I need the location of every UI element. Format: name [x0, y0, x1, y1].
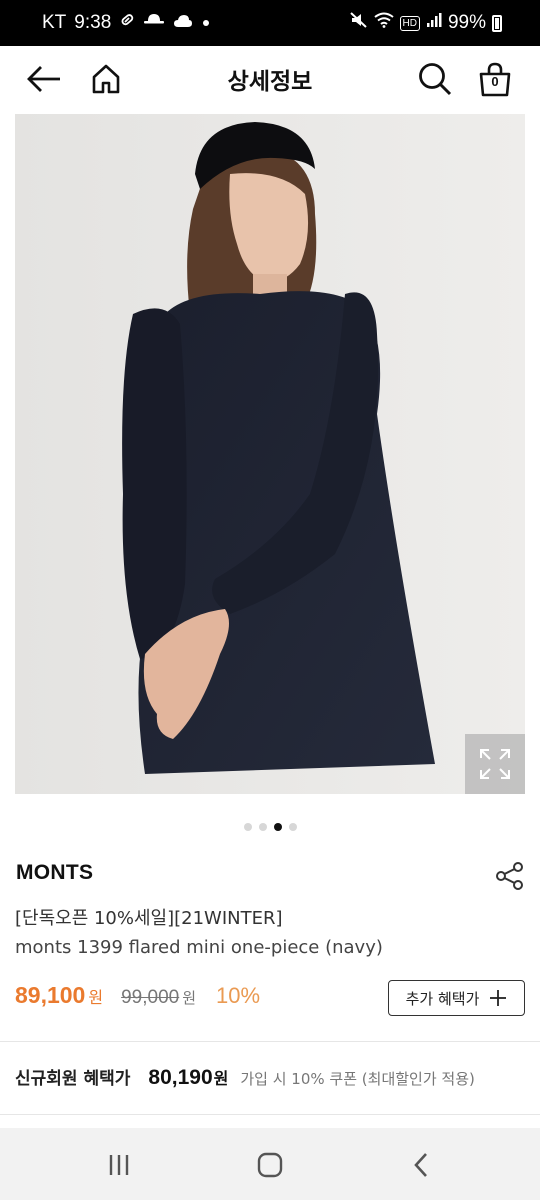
- original-price: 99,000: [121, 987, 180, 1008]
- original-price-unit: 원: [182, 989, 197, 1007]
- mute-icon: [349, 12, 368, 34]
- fullscreen-icon: [480, 749, 510, 779]
- brand-name[interactable]: MONTS: [16, 861, 93, 885]
- product-image[interactable]: [15, 114, 525, 794]
- time-label: 9:38: [74, 12, 112, 33]
- system-nav-bar: [0, 1128, 540, 1200]
- pill-icon: [119, 12, 135, 34]
- cloud-icon: [173, 12, 193, 34]
- member-benefit-row: 신규회원 혜택가 80,190 원 가입 시 10% 쿠폰 (최대할인가 적용): [15, 1064, 530, 1090]
- notification-dot-icon: [201, 12, 211, 34]
- recent-apps-button[interactable]: [99, 1148, 139, 1182]
- pagination-dot[interactable]: [258, 823, 267, 831]
- signal-icon: [426, 12, 442, 34]
- sale-price-unit: 원: [88, 988, 104, 1007]
- status-bar: KT 9:38 HD 99%: [0, 0, 540, 46]
- member-benefit-label: 신규회원 혜택가: [15, 1069, 131, 1089]
- divider: [0, 1114, 540, 1115]
- plus-icon: [490, 990, 507, 1006]
- page-title: 상세정보: [227, 69, 313, 95]
- expand-image-button[interactable]: [465, 734, 525, 794]
- search-icon: [419, 63, 452, 96]
- app-header: 상세정보 0: [0, 46, 540, 114]
- share-icon: [496, 862, 523, 890]
- battery-icon: [492, 14, 502, 32]
- home-nav-icon: [257, 1152, 283, 1178]
- pagination-dot[interactable]: [273, 823, 282, 831]
- member-price: 80,190: [148, 1066, 213, 1089]
- extra-benefit-label: 추가 혜택가: [405, 989, 480, 1008]
- recent-apps-icon: [109, 1155, 129, 1175]
- discount-rate: 10%: [216, 983, 261, 1008]
- back-chevron-icon: [414, 1153, 427, 1177]
- product-title-line2: monts 1399 flared mini one-piece (navy): [15, 937, 383, 958]
- divider: [0, 1041, 540, 1042]
- member-price-unit: 원: [213, 1069, 229, 1088]
- battery-label: 99%: [447, 12, 486, 33]
- image-pagination: [0, 823, 540, 831]
- cart-button[interactable]: 0: [474, 59, 516, 99]
- hat-icon: [143, 12, 165, 34]
- cart-count-badge: 0: [491, 74, 499, 89]
- pagination-dot[interactable]: [288, 823, 297, 831]
- carrier-label: KT: [42, 12, 67, 33]
- sale-price: 89,100: [15, 982, 86, 1008]
- extra-benefit-button[interactable]: 추가 혜택가: [388, 980, 525, 1016]
- home-nav-button[interactable]: [250, 1148, 290, 1182]
- back-nav-button[interactable]: [401, 1148, 441, 1182]
- product-title-line1: [단독오픈 10%세일][21WINTER]: [15, 908, 283, 929]
- search-button[interactable]: [415, 59, 455, 99]
- product-photo-illustration: [15, 114, 525, 794]
- wifi-icon: [373, 12, 394, 34]
- hd-badge: HD: [399, 15, 420, 31]
- pagination-dot[interactable]: [243, 823, 252, 831]
- share-button[interactable]: [494, 860, 526, 892]
- member-coupon-note: 가입 시 10% 쿠폰 (최대할인가 적용): [240, 1070, 475, 1088]
- price-row: 89,100 원 99,000 원 10%: [15, 982, 260, 1009]
